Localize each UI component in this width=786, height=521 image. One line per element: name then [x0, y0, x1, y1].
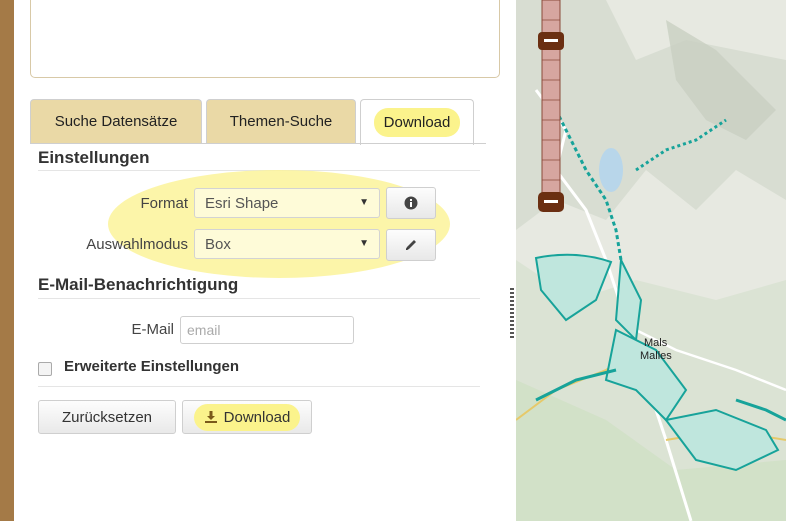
email-section-title: E-Mail-Benachrichtigung [38, 275, 239, 294]
advanced-settings-checkbox[interactable] [38, 362, 52, 376]
mode-select[interactable]: Box ▼ [194, 229, 380, 259]
results-box [30, 0, 500, 78]
settings-title: Einstellungen [38, 148, 150, 167]
email-input[interactable]: email [180, 316, 354, 344]
mode-value: Box [205, 236, 231, 253]
download-icon [204, 411, 217, 423]
map-place-label: Mals [644, 337, 668, 349]
download-highlight: Download [193, 403, 301, 431]
tab-suche-datensaetze[interactable]: Suche Datensätze [30, 99, 202, 143]
format-label: Format [140, 195, 188, 212]
email-label: E-Mail [131, 321, 174, 338]
download-label: Download [223, 408, 291, 426]
map-place-label: Malles [640, 350, 672, 362]
splitter[interactable] [508, 0, 516, 521]
download-button[interactable]: Download [182, 400, 312, 434]
email-placeholder: email [187, 322, 221, 338]
info-circle-icon [404, 196, 418, 210]
mode-label: Auswahlmodus [86, 236, 188, 253]
caret-down-icon: ▼ [359, 197, 369, 208]
divider [38, 298, 480, 299]
reset-label: Zurücksetzen [61, 408, 153, 426]
tab-label: Suche Datensätze [54, 113, 178, 130]
pencil-icon [406, 240, 416, 250]
map-view[interactable]: Mals Malles [516, 0, 786, 521]
map-canvas[interactable] [516, 0, 786, 521]
splitter-grip-icon[interactable] [510, 288, 514, 340]
mode-edit-button[interactable] [386, 229, 436, 261]
tab-label: Themen-Suche [229, 113, 333, 130]
caret-down-icon: ▼ [359, 238, 369, 249]
tab-bar: Suche Datensätze Themen-Suche Download [30, 99, 500, 145]
tab-divider [30, 143, 486, 144]
reset-button[interactable]: Zurücksetzen [38, 400, 176, 434]
left-border-strip [0, 0, 14, 521]
tab-label: Download [373, 108, 461, 137]
advanced-settings-label: Erweiterte Einstellungen [64, 358, 240, 375]
format-value: Esri Shape [205, 195, 279, 212]
format-select[interactable]: Esri Shape ▼ [194, 188, 380, 218]
divider [38, 386, 480, 387]
tab-download[interactable]: Download [360, 99, 474, 145]
tab-themen-suche[interactable]: Themen-Suche [206, 99, 356, 143]
format-info-button[interactable] [386, 187, 436, 219]
